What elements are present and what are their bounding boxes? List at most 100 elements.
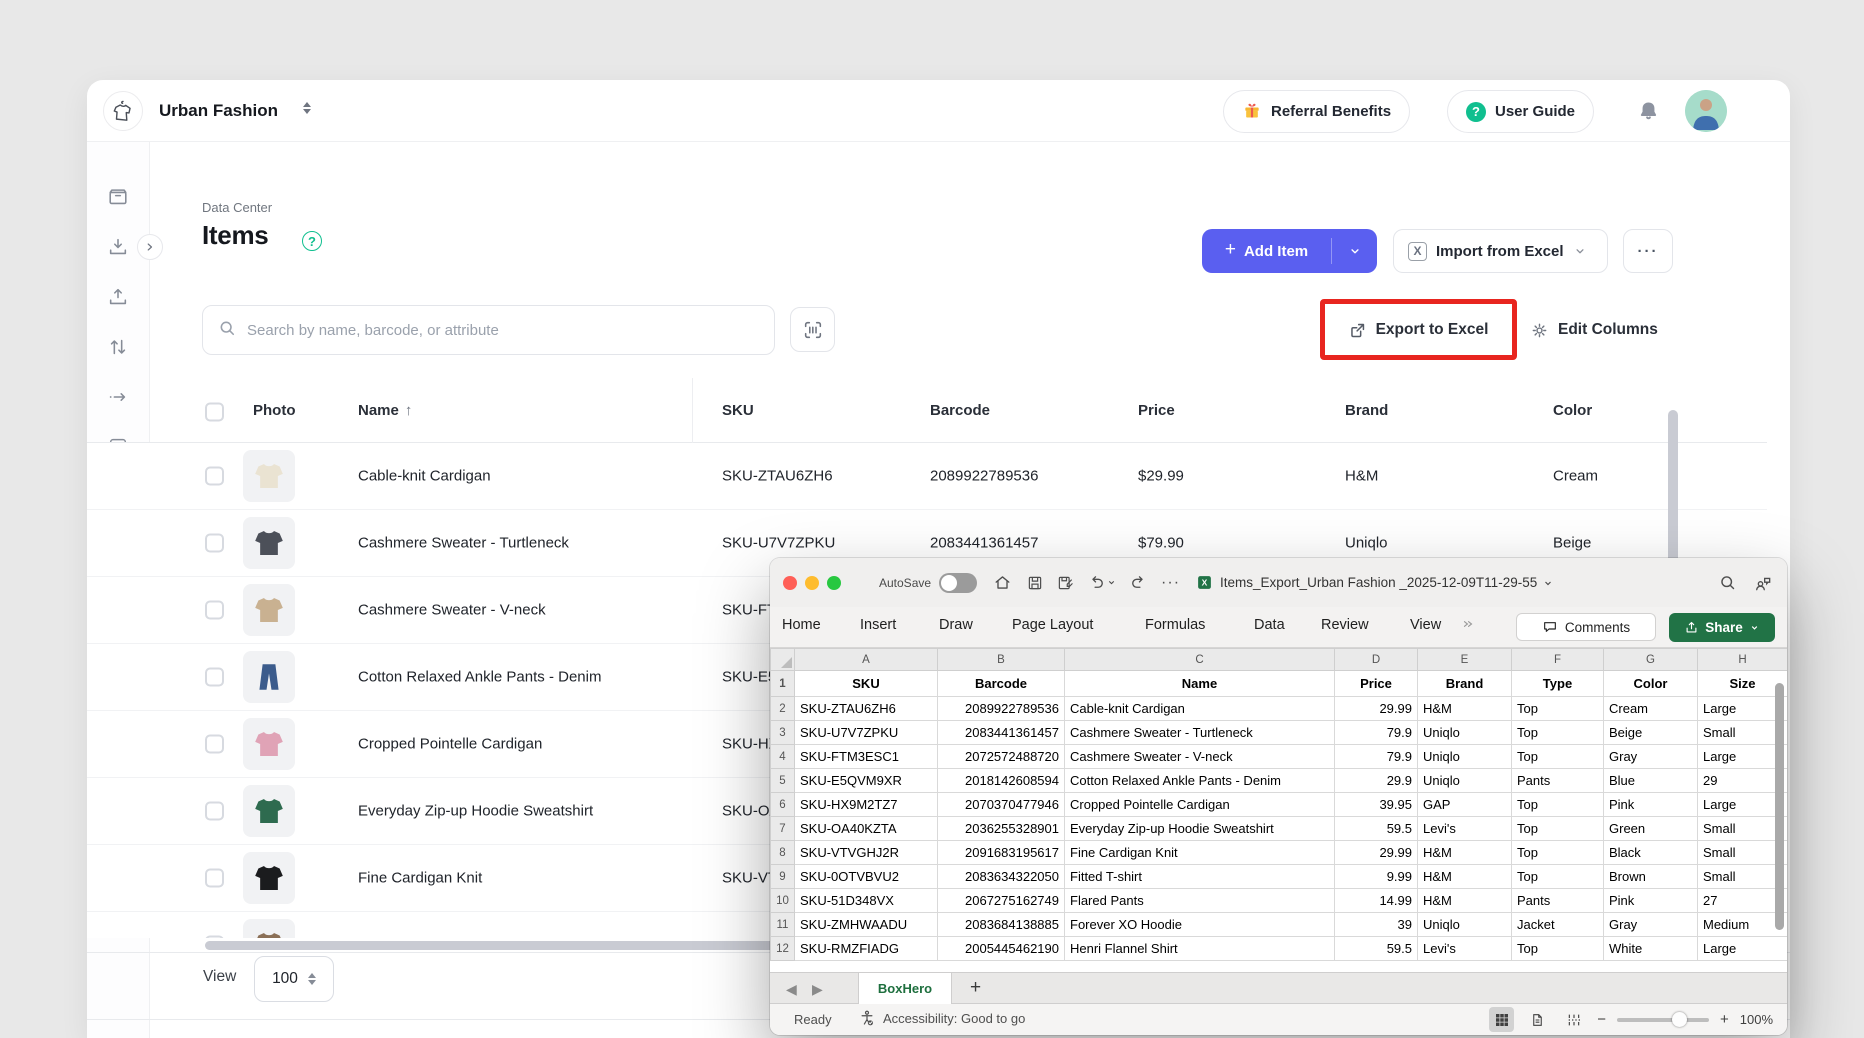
menu-overflow-icon[interactable] (1460, 617, 1476, 635)
data-cell[interactable]: Large (1698, 745, 1788, 769)
data-cell[interactable]: Top (1512, 697, 1604, 721)
data-cell[interactable]: 2083684138885 (938, 913, 1065, 937)
excel-search-icon[interactable] (1718, 573, 1737, 592)
row-number[interactable]: 8 (771, 841, 795, 865)
data-cell[interactable]: Large (1698, 697, 1788, 721)
company-switcher-icon[interactable] (303, 102, 311, 114)
items-help-icon[interactable]: ? (302, 231, 322, 251)
data-cell[interactable]: SKU-0OTVBVU2 (795, 865, 938, 889)
row-checkbox[interactable] (205, 936, 224, 939)
column-header-color[interactable]: Color (1553, 402, 1592, 419)
search-input[interactable] (247, 322, 760, 339)
data-cell[interactable]: Large (1698, 937, 1788, 961)
excel-menu-page-layout[interactable]: Page Layout (1012, 617, 1093, 633)
data-cell[interactable]: 2083441361457 (938, 721, 1065, 745)
sidebar-item-stock-out[interactable] (98, 277, 138, 317)
data-cell[interactable]: 2070370477946 (938, 793, 1065, 817)
column-header-name[interactable]: Name↑ (358, 402, 412, 419)
data-cell[interactable]: SKU-E5QVM9XR (795, 769, 938, 793)
data-cell[interactable]: Gray (1604, 913, 1698, 937)
add-item-button[interactable]: + Add Item (1202, 229, 1377, 273)
data-cell[interactable]: Top (1512, 841, 1604, 865)
data-cell[interactable]: GAP (1418, 793, 1512, 817)
data-cell[interactable]: SKU-U7V7ZPKU (795, 721, 938, 745)
data-cell[interactable]: Forever XO Hoodie (1065, 913, 1335, 937)
data-cell[interactable]: Cream (1604, 697, 1698, 721)
excel-menu-formulas[interactable]: Formulas (1145, 617, 1205, 633)
row-number[interactable]: 1 (771, 671, 795, 697)
data-cell[interactable]: Pants (1512, 769, 1604, 793)
data-cell[interactable]: 14.99 (1335, 889, 1418, 913)
data-cell[interactable]: 2036255328901 (938, 817, 1065, 841)
data-cell[interactable]: Large (1698, 793, 1788, 817)
row-checkbox[interactable] (205, 467, 224, 486)
user-avatar[interactable] (1685, 90, 1727, 132)
data-cell[interactable]: Medium (1698, 913, 1788, 937)
prev-sheet-icon[interactable]: ◀ (786, 981, 797, 998)
data-cell[interactable]: Small (1698, 841, 1788, 865)
data-cell[interactable]: Small (1698, 721, 1788, 745)
header-cell[interactable]: Name (1065, 671, 1335, 697)
data-cell[interactable]: Fitted T-shirt (1065, 865, 1335, 889)
data-cell[interactable]: Cotton Relaxed Ankle Pants - Denim (1065, 769, 1335, 793)
data-cell[interactable]: Beige (1604, 721, 1698, 745)
data-cell[interactable]: SKU-ZTAU6ZH6 (795, 697, 938, 721)
data-cell[interactable]: SKU-RMZFIADG (795, 937, 938, 961)
next-sheet-icon[interactable]: ▶ (812, 981, 823, 998)
excel-menu-home[interactable]: Home (782, 617, 821, 633)
excel-table[interactable]: ABCDEFGH1SKUBarcodeNamePriceBrandTypeCol… (770, 648, 1787, 961)
row-checkbox[interactable] (205, 601, 224, 620)
data-cell[interactable]: 39 (1335, 913, 1418, 937)
minimize-window-button[interactable] (805, 576, 819, 590)
data-cell[interactable]: Black (1604, 841, 1698, 865)
column-letter-D[interactable]: D (1335, 649, 1418, 671)
excel-menu-data[interactable]: Data (1254, 617, 1285, 633)
data-cell[interactable]: Cashmere Sweater - Turtleneck (1065, 721, 1335, 745)
excel-menu-view[interactable]: View (1410, 617, 1441, 633)
excel-vertical-scrollbar[interactable] (1775, 683, 1784, 930)
more-actions-button[interactable]: ··· (1623, 229, 1673, 273)
normal-view-icon[interactable] (1489, 1007, 1514, 1032)
data-cell[interactable]: 2089922789536 (938, 697, 1065, 721)
column-header-sku[interactable]: SKU (722, 402, 754, 419)
data-cell[interactable]: H&M (1418, 841, 1512, 865)
data-cell[interactable]: Uniqlo (1418, 769, 1512, 793)
sidebar-item-stock-in[interactable] (98, 227, 138, 267)
data-cell[interactable]: SKU-ZMHWAADU (795, 913, 938, 937)
data-cell[interactable]: 59.5 (1335, 817, 1418, 841)
data-cell[interactable]: Uniqlo (1418, 721, 1512, 745)
data-cell[interactable]: Levi's (1418, 817, 1512, 841)
header-cell[interactable]: Barcode (938, 671, 1065, 697)
data-cell[interactable]: SKU-FTM3ESC1 (795, 745, 938, 769)
data-cell[interactable]: Pink (1604, 889, 1698, 913)
sidebar-expand-button[interactable] (137, 234, 163, 260)
data-cell[interactable]: White (1604, 937, 1698, 961)
comments-button[interactable]: Comments (1516, 613, 1656, 641)
data-cell[interactable]: Levi's (1418, 937, 1512, 961)
save-as-icon[interactable] (1056, 574, 1074, 592)
data-cell[interactable]: 2072572488720 (938, 745, 1065, 769)
data-cell[interactable]: Top (1512, 745, 1604, 769)
save-icon[interactable] (1026, 574, 1044, 592)
sheet-tab-boxhero[interactable]: BoxHero (858, 973, 952, 1004)
referral-benefits-button[interactable]: Referral Benefits (1223, 90, 1410, 133)
data-cell[interactable]: Top (1512, 721, 1604, 745)
data-cell[interactable]: Uniqlo (1418, 913, 1512, 937)
data-cell[interactable]: 29.99 (1335, 697, 1418, 721)
data-cell[interactable]: Top (1512, 793, 1604, 817)
barcode-scan-button[interactable] (790, 307, 835, 352)
data-cell[interactable]: Jacket (1512, 913, 1604, 937)
row-checkbox[interactable] (205, 735, 224, 754)
data-cell[interactable]: 2005445462190 (938, 937, 1065, 961)
zoom-slider[interactable] (1617, 1018, 1709, 1022)
data-cell[interactable]: Fine Cardigan Knit (1065, 841, 1335, 865)
data-cell[interactable]: Henri Flannel Shirt (1065, 937, 1335, 961)
zoom-out-button[interactable]: − (1597, 1011, 1606, 1028)
column-letter-E[interactable]: E (1418, 649, 1512, 671)
column-header-barcode[interactable]: Barcode (930, 402, 990, 419)
data-cell[interactable]: 79.9 (1335, 721, 1418, 745)
header-cell[interactable]: Brand (1418, 671, 1512, 697)
row-number[interactable]: 5 (771, 769, 795, 793)
row-number[interactable]: 12 (771, 937, 795, 961)
column-letter-F[interactable]: F (1512, 649, 1604, 671)
